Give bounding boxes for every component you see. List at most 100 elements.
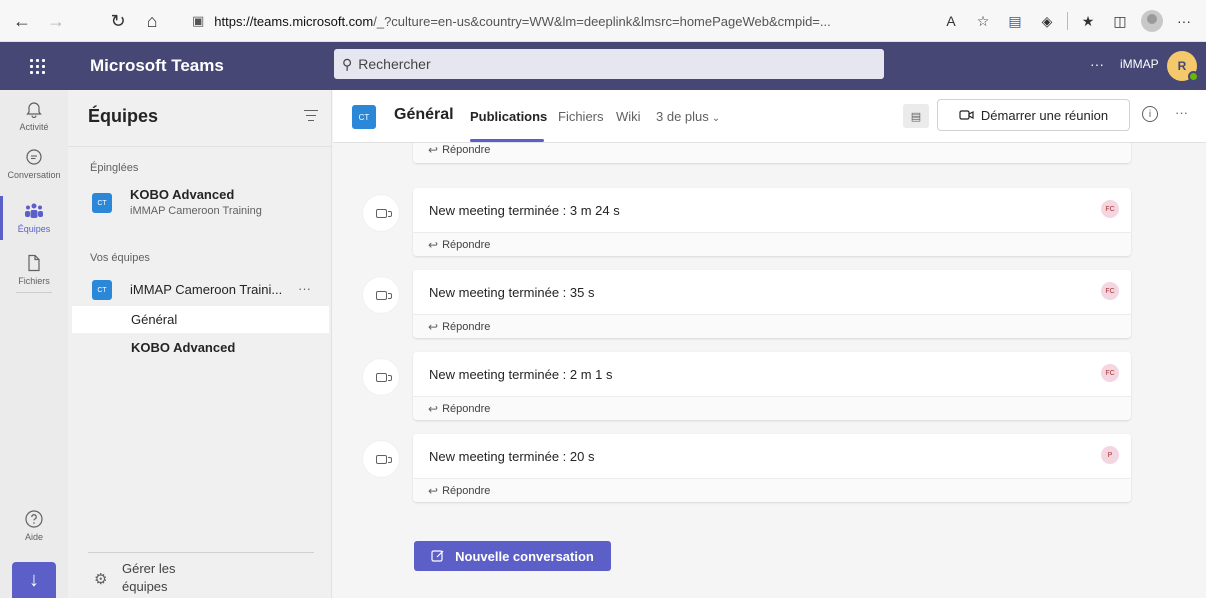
filter-icon[interactable] — [304, 110, 318, 125]
active-tab-indicator — [470, 139, 544, 142]
team-avatar: CT — [92, 193, 112, 213]
file-icon — [23, 252, 45, 274]
user-avatar[interactable]: R — [1167, 51, 1199, 82]
post-card: New meeting terminée : 3 m 24 s FC ↩ Répon… — [413, 188, 1131, 256]
team-name: iMMAP Cameroon Traini... — [130, 282, 283, 297]
your-teams-label: Vos équipes — [90, 252, 150, 264]
app-rail: Activité Conversation Équipes Fichiers A… — [0, 90, 68, 598]
reply-button[interactable]: ↩ Répondre — [413, 232, 1131, 256]
lock-icon: ▣ — [192, 13, 205, 28]
org-name[interactable]: iMMAP — [1120, 57, 1159, 71]
forward-icon[interactable]: → — [42, 7, 70, 35]
url-path: /_?culture=en-us&country=WW&lm=deeplink&… — [373, 13, 831, 29]
rail-label: Activité — [19, 122, 49, 132]
browser-menu-icon[interactable]: ··· — [1170, 8, 1198, 34]
rail-divider — [16, 292, 52, 293]
rail-label: Équipes — [17, 224, 51, 234]
rail-item-teams[interactable]: Équipes — [0, 196, 68, 240]
tab-wiki[interactable]: Wiki — [616, 109, 641, 124]
pinned-section-label: Épinglées — [90, 162, 139, 174]
rail-label: Fichiers — [18, 276, 50, 286]
browser-toolbar: ← → ↻ ⌂ ▣ https://teams.microsoft.com/_?… — [0, 0, 1206, 42]
toolbar-divider — [1067, 12, 1068, 30]
meeting-camera-icon — [363, 195, 399, 231]
team-more-options-icon[interactable]: ··· — [298, 281, 311, 296]
rail-label: Conversation — [7, 170, 61, 180]
tab-files[interactable]: Fichiers — [558, 109, 604, 124]
reply-button[interactable]: ↩ Répondre — [413, 478, 1131, 502]
new-conversation-button[interactable]: Nouvelle conversation — [414, 541, 611, 571]
favorites-icon[interactable]: ★ — [1074, 8, 1102, 34]
participant-avatar[interactable]: FC — [1101, 282, 1119, 300]
reply-label: Répondre — [442, 484, 491, 497]
post-message: New meeting terminée : 3 m 24 s FC — [413, 188, 1131, 232]
channel-item-general[interactable]: Général — [72, 306, 329, 333]
reply-arrow-icon: ↩ — [428, 401, 439, 416]
meeting-notes-icon[interactable]: ▤ — [903, 104, 929, 128]
reply-arrow-icon: ↩ — [428, 483, 439, 498]
participant-avatar[interactable]: P — [1101, 446, 1119, 464]
pane-divider — [68, 146, 332, 147]
chevron-down-icon: ⌄ — [711, 113, 721, 124]
tab-more[interactable]: 3 de plus ⌄ — [656, 109, 720, 124]
post-message: New meeting terminée : 2 m 1 s FC — [413, 352, 1131, 396]
post-text: New meeting terminée : 35 s — [429, 284, 595, 300]
rail-item-chat[interactable]: Conversation — [0, 146, 68, 180]
add-favorite-icon[interactable]: ☆ — [969, 8, 997, 34]
reply-label: Répondre — [442, 238, 491, 251]
channel-title: Général — [394, 106, 454, 123]
reply-arrow-icon: ↩ — [428, 319, 439, 334]
back-icon[interactable]: ← — [8, 7, 36, 35]
collections-icon[interactable]: ◫ — [1106, 8, 1134, 34]
participant-avatar[interactable]: FC — [1101, 364, 1119, 382]
search-placeholder: Rechercher — [358, 56, 431, 72]
info-icon[interactable]: i — [1142, 106, 1158, 122]
reply-arrow-icon: ↩ — [428, 143, 439, 157]
video-camera-icon — [959, 110, 974, 120]
reply-label: Répondre — [442, 320, 491, 333]
download-icon: ↓ — [29, 568, 39, 591]
post-message: New meeting terminée : 35 s FC — [413, 270, 1131, 314]
teams-icon — [23, 200, 45, 222]
search-input[interactable]: ⚲ Rechercher — [334, 49, 884, 79]
post-text: New meeting terminée : 3 m 24 s — [429, 202, 620, 218]
reply-arrow-icon: ↩ — [428, 237, 439, 252]
app-launcher-icon[interactable] — [0, 42, 74, 90]
channel-more-icon[interactable]: ··· — [1175, 105, 1188, 120]
rail-item-files[interactable]: Fichiers — [0, 252, 68, 286]
extension-icon[interactable]: ▤ — [1001, 8, 1029, 34]
start-meeting-button[interactable]: Démarrer une réunion — [937, 99, 1130, 131]
rail-item-help[interactable]: Aide — [0, 508, 68, 542]
chat-icon — [23, 146, 45, 168]
participant-avatar[interactable]: FC — [1101, 200, 1119, 218]
post-card: New meeting terminée : 20 s P ↩ Répondre — [413, 434, 1131, 502]
download-app-button[interactable]: ↓ — [12, 562, 56, 598]
refresh-icon[interactable]: ↻ — [104, 7, 132, 35]
address-bar[interactable]: ▣ https://teams.microsoft.com/_?culture=… — [192, 8, 872, 34]
team-avatar: CT — [92, 280, 112, 300]
profile-icon[interactable] — [1138, 8, 1166, 34]
post-card: ↩ Répondre — [413, 143, 1131, 163]
more-tabs-label: 3 de plus — [656, 109, 709, 124]
home-icon[interactable]: ⌂ — [138, 7, 166, 35]
reply-button[interactable]: ↩ Répondre — [413, 314, 1131, 338]
channel-item-kobo-advanced[interactable]: KOBO Advanced — [72, 334, 329, 361]
gear-icon: ⚙ — [94, 571, 108, 588]
read-aloud-icon[interactable]: A — [937, 8, 965, 34]
channel-team-avatar: CT — [352, 105, 376, 129]
reply-label: Répondre — [442, 402, 491, 415]
post-text: New meeting terminée : 2 m 1 s — [429, 366, 613, 382]
extensions-puzzle-icon[interactable]: ◈ — [1033, 8, 1061, 34]
meeting-camera-icon — [363, 441, 399, 477]
rail-label: Aide — [24, 532, 43, 542]
rail-item-activity[interactable]: Activité — [0, 98, 68, 132]
reply-button[interactable]: ↩ Répondre — [413, 396, 1131, 420]
bell-icon — [23, 98, 45, 120]
conversation-feed: ↩ Répondre New meeting terminée : 3 m 24 … — [333, 143, 1206, 598]
reply-button[interactable]: ↩ Répondre — [413, 143, 1131, 163]
post-message: New meeting terminée : 20 s P — [413, 434, 1131, 478]
tab-publications[interactable]: Publications — [470, 109, 547, 124]
pinned-team-subtitle: iMMAP Cameroon Training — [130, 205, 262, 217]
header-more-icon[interactable]: ··· — [1090, 56, 1104, 72]
manage-teams-label: Gérer les équipes — [122, 561, 176, 594]
